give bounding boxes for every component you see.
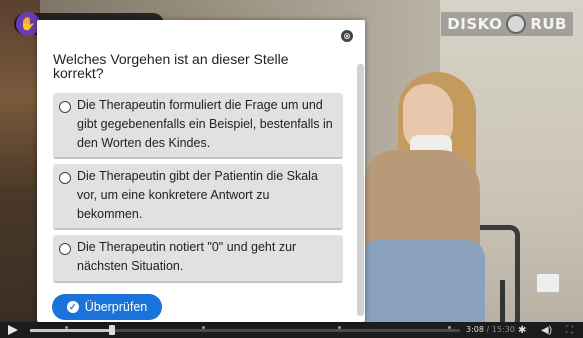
logo-text-left: DISKO [447, 15, 503, 33]
radio-button[interactable] [59, 101, 71, 113]
fullscreen-icon[interactable]: ⛶ [566, 325, 573, 336]
time-current: 3:08 [466, 325, 484, 334]
answer-option-1[interactable]: Die Therapeutin formuliert die Frage um … [53, 93, 343, 159]
logo-emblem-icon [506, 14, 527, 34]
person-legs [360, 240, 485, 322]
progress-bar[interactable] [30, 325, 460, 335]
time-display: 3:08 / 15:30 [466, 325, 515, 334]
scrollbar[interactable] [357, 64, 364, 316]
progress-fill [30, 329, 112, 332]
radio-button[interactable] [59, 172, 71, 184]
brand-logo: DISKO RUB [441, 12, 573, 36]
bookmark-marker[interactable] [202, 326, 205, 329]
answer-option-label: Die Therapeutin notiert "0" und geht zur… [77, 240, 297, 273]
radio-button[interactable] [59, 243, 71, 255]
volume-icon[interactable]: ◀) [541, 325, 552, 336]
video-background-left [0, 0, 40, 322]
logo-text-right: RUB [530, 15, 567, 33]
progress-handle[interactable] [108, 325, 115, 335]
time-total: 15:30 [491, 325, 515, 334]
answer-option-2[interactable]: Die Therapeutin gibt der Patientin die S… [53, 164, 343, 230]
check-button-label: Überprüfen [84, 300, 148, 314]
answer-option-3[interactable]: Die Therapeutin notiert "0" und geht zur… [53, 235, 343, 283]
answer-option-label: Die Therapeutin gibt der Patientin die S… [77, 169, 318, 221]
bookmark-marker[interactable] [448, 326, 451, 329]
bookmark-marker[interactable] [65, 326, 68, 329]
chair-leg [500, 280, 505, 322]
check-button[interactable]: ✓ Überprüfen [52, 294, 162, 320]
play-icon[interactable] [8, 325, 18, 335]
scrollbar-thumb[interactable] [357, 64, 364, 316]
gear-icon[interactable]: ✱ [518, 325, 526, 336]
question-dialog: ⊗ Welches Vorgehen ist an dieser Stelle … [37, 20, 365, 322]
bookmark-marker[interactable] [338, 326, 341, 329]
check-icon: ✓ [66, 301, 79, 313]
question-text: Welches Vorgehen ist an dieser Stelle ko… [53, 51, 289, 81]
answer-option-label: Die Therapeutin formuliert die Frage um … [77, 98, 333, 150]
close-icon[interactable]: ⊗ [341, 30, 353, 42]
video-controls: 3:08 / 15:30 ✱ ◀) ⛶ [0, 322, 583, 338]
wall-outlet [536, 273, 560, 293]
